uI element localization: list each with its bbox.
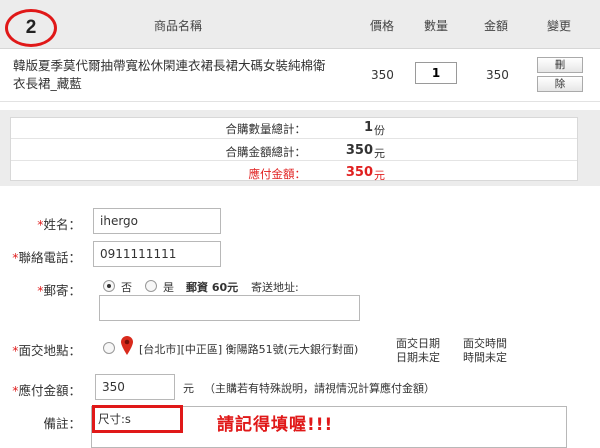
- meet-location-text: [台北市][中正區] 衡陽路51號(元大銀行對面): [139, 343, 359, 356]
- delete-button-top[interactable]: 刪: [537, 57, 583, 73]
- mail-yes-radio[interactable]: [145, 280, 157, 292]
- meet-date-value: 日期未定: [396, 351, 440, 364]
- total-amount-unit: 元: [374, 147, 385, 160]
- map-pin-icon: [121, 336, 133, 355]
- address-label: 寄送地址:: [251, 281, 299, 294]
- mail-label: *郵寄：: [37, 283, 81, 298]
- product-name-line2[interactable]: 衣長裙_藏藍: [13, 75, 343, 93]
- header-quantity: 數量: [424, 19, 449, 33]
- cart-table-header: [0, 0, 600, 49]
- header-amount: 金額: [484, 19, 509, 33]
- payable-unit: 元: [374, 169, 385, 182]
- payable-value: 350: [345, 165, 373, 180]
- total-qty-value: 1: [363, 120, 373, 135]
- meet-location-radio[interactable]: [103, 342, 115, 354]
- quantity-input[interactable]: [415, 62, 457, 84]
- delete-button-bottom[interactable]: 除: [537, 76, 583, 92]
- total-qty-label: 合購數量總計：: [225, 122, 307, 136]
- payable-unit-text: 元: [183, 382, 194, 395]
- postage-text: 郵資 60元: [186, 281, 239, 294]
- header-product-name: 商品名稱: [154, 19, 203, 33]
- payable-note: （主購若有特殊說明，請視情況計算應付金額）: [204, 382, 435, 395]
- meet-time-value: 時間未定: [463, 351, 507, 364]
- item-price: 350: [371, 68, 394, 82]
- summary-divider: [11, 138, 577, 139]
- product-name[interactable]: 韓版夏季莫代爾抽帶寬松休閑連衣裙長裙大碼女裝純棉衛 衣長裙_藏藍: [13, 57, 343, 93]
- payable-label: 應付金額：: [248, 167, 307, 181]
- product-name-line1[interactable]: 韓版夏季莫代爾抽帶寬松休閑連衣裙長裙大碼女裝純棉衛: [13, 57, 343, 75]
- mail-no-radio[interactable]: [103, 280, 115, 292]
- header-change: 變更: [547, 19, 572, 33]
- phone-label: *聯絡電話：: [12, 250, 81, 265]
- item-amount: 350: [486, 68, 509, 82]
- address-input[interactable]: [99, 295, 360, 321]
- meet-location-label: *面交地點：: [12, 343, 81, 358]
- total-amount-value: 350: [345, 143, 373, 158]
- total-qty-unit: 份: [374, 124, 385, 137]
- remark-label: 備註：: [43, 416, 81, 431]
- payable-input[interactable]: 350: [95, 374, 175, 400]
- mail-no-label: 否: [121, 281, 132, 294]
- name-input[interactable]: ihergo: [93, 208, 221, 234]
- phone-input[interactable]: 0911111111: [93, 241, 221, 267]
- total-amount-label: 合購金額總計：: [225, 145, 307, 159]
- summary-divider: [11, 160, 577, 161]
- mail-yes-label: 是: [163, 281, 174, 294]
- step-number: 2: [25, 17, 37, 38]
- payable-form-label: *應付金額：: [12, 383, 81, 398]
- remark-value-highlight[interactable]: 尺寸:s: [92, 405, 183, 433]
- header-price: 價格: [370, 19, 395, 33]
- remark-annotation: 請記得填喔!!!: [217, 415, 334, 435]
- step-number-circle: 2: [5, 9, 57, 47]
- name-label: *姓名：: [37, 217, 81, 232]
